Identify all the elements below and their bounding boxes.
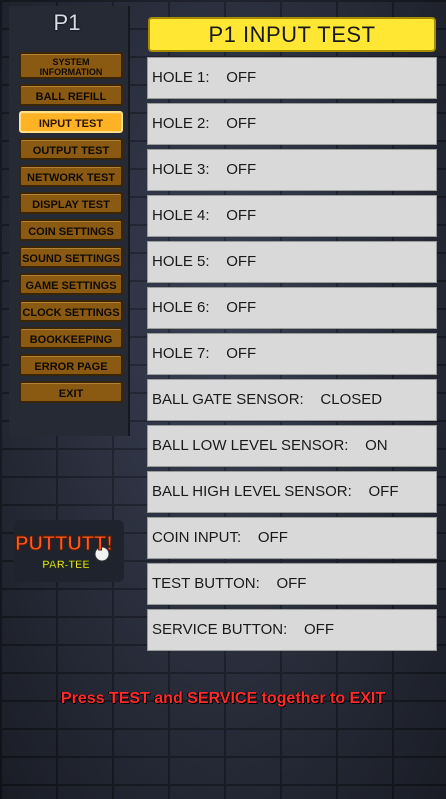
menu-sound-settings-button[interactable]: SOUND SETTINGS bbox=[19, 246, 123, 268]
menu-input-test-button[interactable]: INPUT TEST bbox=[19, 111, 123, 133]
input-row: HOLE 7: OFF bbox=[147, 333, 437, 375]
input-value: OFF bbox=[303, 621, 334, 638]
menu-exit-button[interactable]: EXIT bbox=[19, 381, 123, 403]
input-row: BALL GATE SENSOR: CLOSED bbox=[147, 379, 437, 421]
input-label: COIN INPUT: bbox=[152, 529, 242, 546]
input-value: OFF bbox=[276, 575, 307, 592]
menu-display-test-button[interactable]: DISPLAY TEST bbox=[19, 192, 123, 214]
input-row: HOLE 5: OFF bbox=[147, 241, 437, 283]
input-label: HOLE 5: bbox=[152, 253, 210, 270]
input-value: OFF bbox=[368, 483, 399, 500]
game-logo: PUTTUTT! PAR-TEE bbox=[14, 520, 124, 582]
exit-instruction: Press TEST and SERVICE together to EXIT bbox=[60, 690, 386, 707]
menu-ball-refill-button[interactable]: BALL REFILL bbox=[19, 84, 123, 106]
input-value: ON bbox=[365, 437, 388, 454]
input-row: SERVICE BUTTON: OFF bbox=[147, 609, 437, 651]
menu-clock-settings-button[interactable]: CLOCK SETTINGS bbox=[19, 300, 123, 322]
input-value: OFF bbox=[226, 115, 257, 132]
menu-coin-settings-button[interactable]: COIN SETTINGS bbox=[19, 219, 123, 241]
input-row: HOLE 2: OFF bbox=[147, 103, 437, 145]
input-label: HOLE 7: bbox=[152, 345, 210, 362]
input-value: OFF bbox=[226, 69, 257, 86]
input-row: BALL HIGH LEVEL SENSOR: OFF bbox=[147, 471, 437, 513]
input-value: OFF bbox=[226, 253, 257, 270]
menu-output-test-button[interactable]: OUTPUT TEST bbox=[19, 138, 123, 160]
input-value: OFF bbox=[257, 529, 288, 546]
input-value: OFF bbox=[226, 161, 257, 178]
settings-menu: SYSTEM INFORMATION BALL REFILL INPUT TEST O… bbox=[19, 52, 123, 408]
input-row: COIN INPUT: OFF bbox=[147, 517, 437, 559]
logo-text-sub: PAR-TEE bbox=[42, 559, 89, 571]
input-value: OFF bbox=[226, 345, 257, 362]
input-label: HOLE 2: bbox=[152, 115, 210, 132]
player-label: P1 bbox=[53, 10, 81, 35]
menu-game-settings-button[interactable]: GAME SETTINGS bbox=[19, 273, 123, 295]
input-label: HOLE 6: bbox=[152, 299, 210, 316]
input-label: TEST BUTTON: bbox=[152, 575, 260, 592]
menu-network-test-button[interactable]: NETWORK TEST bbox=[19, 165, 123, 187]
input-row: HOLE 1: OFF bbox=[147, 57, 437, 99]
logo-graphic: PUTTUTT! PAR-TEE bbox=[15, 533, 114, 572]
input-status-list: HOLE 1: OFF HOLE 2: OFF HOLE 3: OFF HOLE 4:… bbox=[147, 57, 437, 655]
input-row: TEST BUTTON: OFF bbox=[147, 563, 437, 605]
input-label: HOLE 4: bbox=[152, 207, 210, 224]
menu-error-page-button[interactable]: ERROR PAGE bbox=[19, 354, 123, 376]
page-title: P1 INPUT TEST bbox=[148, 17, 436, 52]
input-row: HOLE 3: OFF bbox=[147, 149, 437, 191]
input-label: BALL HIGH LEVEL SENSOR: bbox=[152, 483, 352, 500]
menu-bookkeeping-button[interactable]: BOOKKEEPING bbox=[19, 327, 123, 349]
input-value: CLOSED bbox=[320, 391, 383, 408]
input-label: HOLE 1: bbox=[152, 69, 210, 86]
input-value: OFF bbox=[226, 207, 257, 224]
input-value: OFF bbox=[226, 299, 257, 316]
input-row: HOLE 4: OFF bbox=[147, 195, 437, 237]
input-label: SERVICE BUTTON: bbox=[152, 621, 288, 638]
input-label: BALL GATE SENSOR: bbox=[152, 391, 304, 408]
logo-text-main: PUTTUTT! bbox=[15, 533, 113, 555]
input-row: BALL LOW LEVEL SENSOR: ON bbox=[147, 425, 437, 467]
input-label: BALL LOW LEVEL SENSOR: bbox=[152, 437, 349, 454]
input-label: HOLE 3: bbox=[152, 161, 210, 178]
menu-system-information-button[interactable]: SYSTEM INFORMATION bbox=[19, 52, 123, 79]
input-row: HOLE 6: OFF bbox=[147, 287, 437, 329]
